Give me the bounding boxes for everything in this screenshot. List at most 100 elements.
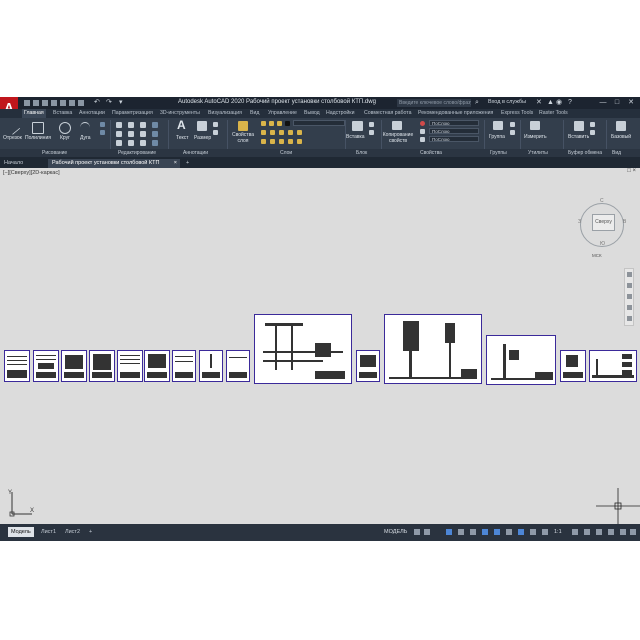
drawing-sheet[interactable]: [61, 350, 87, 382]
drawing-sheet[interactable]: [117, 350, 143, 382]
search-icon[interactable]: ⌕: [475, 98, 479, 107]
panel-layers-label[interactable]: Слои: [280, 149, 292, 157]
tab-start[interactable]: Начало: [0, 159, 46, 168]
steering-wheel-icon[interactable]: [627, 272, 632, 277]
close-tab-icon[interactable]: ×: [174, 159, 177, 168]
move-icon[interactable]: [116, 122, 122, 128]
ortho-icon[interactable]: [446, 529, 452, 535]
zoom-icon[interactable]: [627, 294, 632, 299]
group-tool-icon[interactable]: [510, 130, 515, 135]
plot-icon[interactable]: [69, 100, 75, 106]
layer-color-icon[interactable]: [285, 121, 290, 126]
compass-north[interactable]: С: [600, 198, 604, 204]
drawing-sheet[interactable]: [4, 350, 30, 382]
viewcube-face-top[interactable]: Сверху: [592, 214, 615, 231]
panel-properties-label[interactable]: Свойства: [420, 149, 442, 157]
drawing-sheet[interactable]: [560, 350, 586, 382]
ucs-icon[interactable]: Y X: [6, 488, 36, 518]
selection-cycling-icon[interactable]: [530, 529, 536, 535]
layer-tool-icon[interactable]: [261, 139, 266, 144]
layer-tool-icon[interactable]: [297, 139, 302, 144]
tab-insert[interactable]: Вставка: [53, 109, 72, 118]
clipboard-tool-icon[interactable]: [590, 130, 595, 135]
tab-view[interactable]: Вид: [250, 109, 259, 118]
new-file-icon[interactable]: [24, 100, 30, 106]
tab-document[interactable]: Рабочий проект установки столбовой КТП ×: [48, 159, 180, 168]
sign-in-button[interactable]: Вход в службы: [488, 98, 526, 107]
layer-tool-icon[interactable]: [279, 130, 284, 135]
panel-groups-label[interactable]: Группы: [490, 149, 507, 157]
compass-east[interactable]: В: [623, 219, 626, 225]
linetype-dropdown[interactable]: ПоСлою: [429, 136, 479, 142]
redo-icon[interactable]: ↷: [106, 98, 112, 107]
layer-tool-icon[interactable]: [270, 139, 275, 144]
tab-output[interactable]: Вывод: [304, 109, 320, 118]
account-icon[interactable]: ◉: [556, 98, 562, 107]
base-view-button[interactable]: Базовый: [611, 134, 631, 140]
drawing-sheet-large[interactable]: [384, 314, 482, 384]
drawing-sheet[interactable]: [589, 350, 637, 382]
save-icon[interactable]: [42, 100, 48, 106]
mirror-icon[interactable]: [128, 131, 134, 137]
block-tool-icon[interactable]: [369, 122, 374, 127]
drawing-sheet[interactable]: [226, 350, 250, 382]
line-button[interactable]: Отрезок: [3, 135, 22, 141]
trim-icon[interactable]: [140, 122, 146, 128]
tab-visualize[interactable]: Визуализация: [208, 109, 242, 118]
new-tab-button[interactable]: +: [182, 159, 194, 168]
drawing-sheet[interactable]: [199, 350, 223, 382]
erase-icon[interactable]: [152, 122, 158, 128]
text-icon[interactable]: A: [177, 119, 186, 131]
draw-small-icon[interactable]: [100, 130, 105, 135]
layer-tool-icon[interactable]: [261, 130, 266, 135]
open-file-icon[interactable]: [33, 100, 39, 106]
insert-block-icon[interactable]: [352, 121, 363, 131]
layer-tool-icon[interactable]: [288, 139, 293, 144]
linetype-icon[interactable]: [420, 137, 425, 142]
autodesk-app-icon[interactable]: ▲: [547, 98, 554, 107]
layer-tool-icon[interactable]: [270, 130, 275, 135]
tab-manage[interactable]: Управление: [268, 109, 297, 118]
polyline-button[interactable]: Полилиния: [25, 135, 51, 141]
tab-collaborate[interactable]: Совместная работа: [364, 109, 411, 118]
web-mobile-icon[interactable]: [60, 100, 66, 106]
lineweight-display-icon[interactable]: [506, 529, 512, 535]
viewport-restore-icon[interactable]: □ ×: [627, 168, 636, 174]
layer-lock-icon[interactable]: [277, 121, 282, 126]
tab-annotate[interactable]: Аннотации: [79, 109, 105, 118]
paste-button[interactable]: Вставить: [568, 134, 589, 140]
group-tool-icon[interactable]: [510, 122, 515, 127]
fullscreen-icon[interactable]: [630, 529, 636, 535]
polyline-icon[interactable]: [32, 122, 44, 134]
polar-icon[interactable]: [458, 529, 464, 535]
array-icon[interactable]: [140, 140, 146, 146]
fillet-icon[interactable]: [140, 131, 146, 137]
draw-small-icon[interactable]: [100, 122, 105, 127]
panel-modify-label[interactable]: Редактирование: [118, 149, 156, 157]
measure-icon[interactable]: [530, 121, 540, 130]
add-layout-button[interactable]: +: [86, 527, 95, 537]
group-button[interactable]: Группа: [489, 134, 505, 140]
annotation-scale[interactable]: 1:1: [554, 527, 562, 537]
table-icon[interactable]: [213, 130, 218, 135]
customize-icon[interactable]: [620, 529, 626, 535]
stretch-icon[interactable]: [116, 140, 122, 146]
annotation-monitor-icon[interactable]: [584, 529, 590, 535]
tab-3d-tools[interactable]: 3D-инструменты: [160, 109, 200, 118]
match-properties-button[interactable]: Копирование свойств: [382, 132, 414, 144]
lineweight-dropdown[interactable]: ПоСлою: [429, 128, 479, 134]
isodraft-icon[interactable]: [470, 529, 476, 535]
panel-block-label[interactable]: Блок: [356, 149, 367, 157]
drawing-sheet[interactable]: [89, 350, 115, 382]
offset-icon[interactable]: [152, 140, 158, 146]
object-snap-tracking-icon[interactable]: [482, 529, 488, 535]
layer-tool-icon[interactable]: [297, 130, 302, 135]
match-properties-icon[interactable]: [392, 121, 402, 130]
save-as-icon[interactable]: [51, 100, 57, 106]
panel-draw-label[interactable]: Рисование: [42, 149, 67, 157]
insert-block-button[interactable]: Вставка: [346, 134, 365, 140]
drawing-sheet-medium[interactable]: [486, 335, 556, 385]
snap-icon[interactable]: [424, 529, 430, 535]
measure-button[interactable]: Измерить: [524, 134, 547, 140]
base-view-icon[interactable]: [616, 121, 626, 131]
